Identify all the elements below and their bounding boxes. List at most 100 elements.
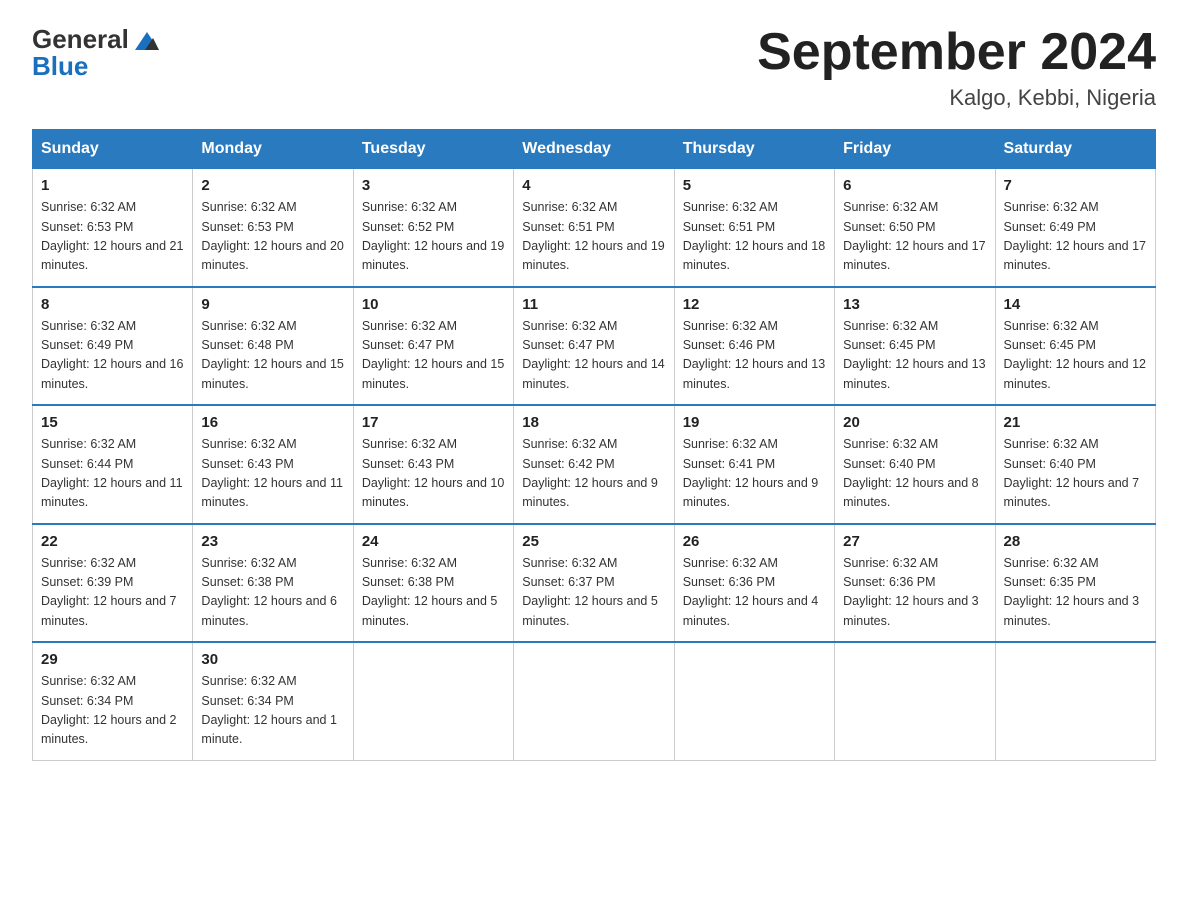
day-cell: 9 Sunrise: 6:32 AMSunset: 6:48 PMDaylight… <box>193 287 353 406</box>
day-cell: 22 Sunrise: 6:32 AMSunset: 6:39 PMDayligh… <box>33 524 193 643</box>
day-info: Sunrise: 6:32 AMSunset: 6:45 PMDaylight:… <box>843 317 986 395</box>
day-number: 14 <box>1004 296 1147 313</box>
logo: General Blue <box>32 24 159 82</box>
title-block: September 2024 Kalgo, Kebbi, Nigeria <box>757 24 1156 111</box>
day-cell <box>514 642 674 760</box>
day-info: Sunrise: 6:32 AMSunset: 6:42 PMDaylight:… <box>522 435 665 513</box>
calendar-title: September 2024 <box>757 24 1156 81</box>
day-number: 12 <box>683 296 826 313</box>
day-number: 26 <box>683 533 826 550</box>
day-info: Sunrise: 6:32 AMSunset: 6:38 PMDaylight:… <box>201 554 344 632</box>
day-number: 22 <box>41 533 184 550</box>
column-header-friday: Friday <box>835 130 995 169</box>
day-number: 23 <box>201 533 344 550</box>
day-number: 15 <box>41 414 184 431</box>
day-cell: 3 Sunrise: 6:32 AMSunset: 6:52 PMDaylight… <box>353 169 513 287</box>
day-number: 9 <box>201 296 344 313</box>
day-number: 16 <box>201 414 344 431</box>
day-number: 8 <box>41 296 184 313</box>
day-cell: 11 Sunrise: 6:32 AMSunset: 6:47 PMDayligh… <box>514 287 674 406</box>
calendar-subtitle: Kalgo, Kebbi, Nigeria <box>757 85 1156 111</box>
week-row-3: 15 Sunrise: 6:32 AMSunset: 6:44 PMDayligh… <box>33 405 1156 524</box>
day-cell: 29Sunrise: 6:32 AMSunset: 6:34 PMDayligh… <box>33 642 193 760</box>
day-info: Sunrise: 6:32 AMSunset: 6:37 PMDaylight:… <box>522 554 665 632</box>
day-number: 17 <box>362 414 505 431</box>
day-number: 13 <box>843 296 986 313</box>
day-cell: 24 Sunrise: 6:32 AMSunset: 6:38 PMDayligh… <box>353 524 513 643</box>
day-cell: 26 Sunrise: 6:32 AMSunset: 6:36 PMDayligh… <box>674 524 834 643</box>
day-cell: 16 Sunrise: 6:32 AMSunset: 6:43 PMDayligh… <box>193 405 353 524</box>
day-cell: 27 Sunrise: 6:32 AMSunset: 6:36 PMDayligh… <box>835 524 995 643</box>
day-info: Sunrise: 6:32 AMSunset: 6:40 PMDaylight:… <box>843 435 986 513</box>
week-row-5: 29Sunrise: 6:32 AMSunset: 6:34 PMDayligh… <box>33 642 1156 760</box>
day-cell: 7 Sunrise: 6:32 AMSunset: 6:49 PMDaylight… <box>995 169 1155 287</box>
day-cell: 18 Sunrise: 6:32 AMSunset: 6:42 PMDayligh… <box>514 405 674 524</box>
day-number: 24 <box>362 533 505 550</box>
day-info: Sunrise: 6:32 AMSunset: 6:44 PMDaylight:… <box>41 435 184 513</box>
day-info: Sunrise: 6:32 AMSunset: 6:51 PMDaylight:… <box>683 198 826 276</box>
day-cell: 30Sunrise: 6:32 AMSunset: 6:34 PMDayligh… <box>193 642 353 760</box>
day-number: 1 <box>41 177 184 194</box>
day-number: 25 <box>522 533 665 550</box>
day-info: Sunrise: 6:32 AMSunset: 6:36 PMDaylight:… <box>843 554 986 632</box>
day-info: Sunrise: 6:32 AMSunset: 6:45 PMDaylight:… <box>1004 317 1147 395</box>
day-info: Sunrise: 6:32 AMSunset: 6:50 PMDaylight:… <box>843 198 986 276</box>
column-header-wednesday: Wednesday <box>514 130 674 169</box>
day-number: 4 <box>522 177 665 194</box>
day-cell: 19 Sunrise: 6:32 AMSunset: 6:41 PMDayligh… <box>674 405 834 524</box>
day-cell: 2Sunrise: 6:32 AMSunset: 6:53 PMDaylight… <box>193 169 353 287</box>
logo-blue-text: Blue <box>32 51 88 82</box>
day-info: Sunrise: 6:32 AMSunset: 6:49 PMDaylight:… <box>1004 198 1147 276</box>
day-number: 29 <box>41 651 184 668</box>
day-info: Sunrise: 6:32 AMSunset: 6:51 PMDaylight:… <box>522 198 665 276</box>
day-info: Sunrise: 6:32 AMSunset: 6:43 PMDaylight:… <box>201 435 344 513</box>
day-info: Sunrise: 6:32 AMSunset: 6:39 PMDaylight:… <box>41 554 184 632</box>
day-cell: 13 Sunrise: 6:32 AMSunset: 6:45 PMDayligh… <box>835 287 995 406</box>
day-number: 11 <box>522 296 665 313</box>
day-cell: 14 Sunrise: 6:32 AMSunset: 6:45 PMDayligh… <box>995 287 1155 406</box>
day-info: Sunrise: 6:32 AMSunset: 6:52 PMDaylight:… <box>362 198 505 276</box>
day-number: 2 <box>201 177 344 194</box>
day-number: 3 <box>362 177 505 194</box>
day-cell: 4 Sunrise: 6:32 AMSunset: 6:51 PMDaylight… <box>514 169 674 287</box>
day-cell: 6 Sunrise: 6:32 AMSunset: 6:50 PMDaylight… <box>835 169 995 287</box>
day-number: 5 <box>683 177 826 194</box>
week-row-1: 1 Sunrise: 6:32 AMSunset: 6:53 PMDaylight… <box>33 169 1156 287</box>
day-info: Sunrise: 6:32 AMSunset: 6:53 PMDaylight:… <box>41 198 184 276</box>
day-cell: 28Sunrise: 6:32 AMSunset: 6:35 PMDayligh… <box>995 524 1155 643</box>
day-number: 27 <box>843 533 986 550</box>
day-number: 6 <box>843 177 986 194</box>
page-header: General Blue September 2024 Kalgo, Kebbi… <box>32 24 1156 111</box>
column-header-monday: Monday <box>193 130 353 169</box>
column-header-saturday: Saturday <box>995 130 1155 169</box>
day-number: 19 <box>683 414 826 431</box>
day-cell: 20 Sunrise: 6:32 AMSunset: 6:40 PMDayligh… <box>835 405 995 524</box>
day-info: Sunrise: 6:32 AMSunset: 6:43 PMDaylight:… <box>362 435 505 513</box>
day-info: Sunrise: 6:32 AMSunset: 6:36 PMDaylight:… <box>683 554 826 632</box>
day-info: Sunrise: 6:32 AMSunset: 6:46 PMDaylight:… <box>683 317 826 395</box>
column-header-sunday: Sunday <box>33 130 193 169</box>
day-info: Sunrise: 6:32 AMSunset: 6:47 PMDaylight:… <box>522 317 665 395</box>
day-cell: 12 Sunrise: 6:32 AMSunset: 6:46 PMDayligh… <box>674 287 834 406</box>
day-number: 20 <box>843 414 986 431</box>
day-info: Sunrise: 6:32 AMSunset: 6:38 PMDaylight:… <box>362 554 505 632</box>
logo-icon <box>131 28 159 56</box>
day-cell: 1 Sunrise: 6:32 AMSunset: 6:53 PMDaylight… <box>33 169 193 287</box>
day-info: Sunrise: 6:32 AMSunset: 6:48 PMDaylight:… <box>201 317 344 395</box>
day-info: Sunrise: 6:32 AMSunset: 6:41 PMDaylight:… <box>683 435 826 513</box>
day-number: 7 <box>1004 177 1147 194</box>
day-number: 18 <box>522 414 665 431</box>
day-number: 21 <box>1004 414 1147 431</box>
day-cell: 23 Sunrise: 6:32 AMSunset: 6:38 PMDayligh… <box>193 524 353 643</box>
day-cell <box>995 642 1155 760</box>
calendar-table: SundayMondayTuesdayWednesdayThursdayFrid… <box>32 129 1156 761</box>
day-cell: 21Sunrise: 6:32 AMSunset: 6:40 PMDayligh… <box>995 405 1155 524</box>
day-cell: 17 Sunrise: 6:32 AMSunset: 6:43 PMDayligh… <box>353 405 513 524</box>
day-info: Sunrise: 6:32 AMSunset: 6:47 PMDaylight:… <box>362 317 505 395</box>
day-number: 10 <box>362 296 505 313</box>
column-header-tuesday: Tuesday <box>353 130 513 169</box>
day-cell: 15 Sunrise: 6:32 AMSunset: 6:44 PMDayligh… <box>33 405 193 524</box>
day-cell: 8Sunrise: 6:32 AMSunset: 6:49 PMDaylight… <box>33 287 193 406</box>
week-row-2: 8Sunrise: 6:32 AMSunset: 6:49 PMDaylight… <box>33 287 1156 406</box>
day-cell: 5 Sunrise: 6:32 AMSunset: 6:51 PMDaylight… <box>674 169 834 287</box>
